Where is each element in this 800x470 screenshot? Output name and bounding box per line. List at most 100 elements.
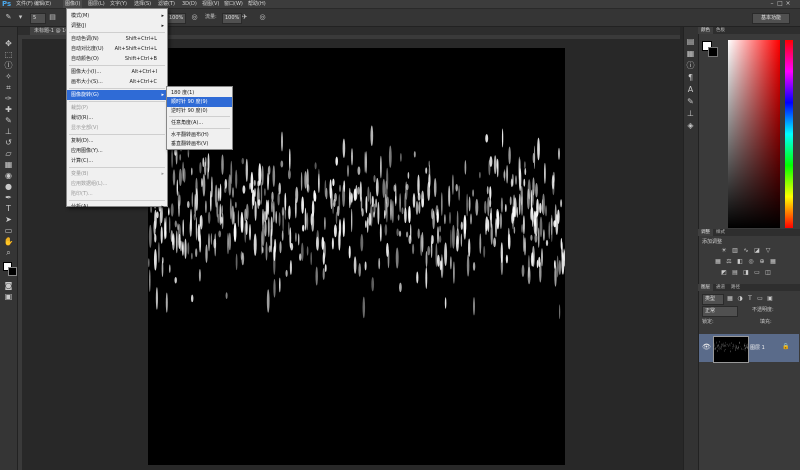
hue-saturation-icon[interactable]: ▦ xyxy=(714,258,722,265)
image-menu-item[interactable]: 调整(J) ▸ xyxy=(67,21,167,31)
screen-mode-icon[interactable]: ▣ xyxy=(2,291,15,302)
rotate-menu-item[interactable]: 任意角度(A)... xyxy=(167,118,232,128)
layer-name[interactable]: 图层 1 xyxy=(750,344,765,351)
character-panel-icon[interactable]: A xyxy=(684,84,697,95)
history-panel-icon[interactable]: ▤ xyxy=(684,36,697,47)
shape-tool-icon[interactable]: ▭ xyxy=(2,225,15,236)
eyedropper-tool-icon[interactable]: ✑ xyxy=(2,93,15,104)
type-tool-icon[interactable]: T xyxy=(2,203,15,214)
hue-slider[interactable] xyxy=(785,40,793,228)
filter-adjust-icon[interactable]: ◑ xyxy=(736,295,744,302)
background-color-swatch[interactable] xyxy=(8,267,17,276)
levels-icon[interactable]: ▥ xyxy=(731,247,739,254)
rotate-menu-item[interactable]: 逆时针 90 度(0) xyxy=(167,106,232,116)
image-menu-item[interactable]: 画布大小(S)... Alt+Ctrl+C xyxy=(67,77,167,87)
exposure-icon[interactable]: ◪ xyxy=(753,247,761,254)
airbrush-icon[interactable]: ✈ xyxy=(240,13,249,22)
color-balance-icon[interactable]: ⚖ xyxy=(725,258,733,265)
stamp-tool-icon[interactable]: ⊥ xyxy=(2,126,15,137)
image-menu-item[interactable]: 图像旋转(G) ▸ xyxy=(67,90,167,100)
dodge-tool-icon[interactable]: ● xyxy=(2,181,15,192)
menu-window[interactable]: 窗口(W) xyxy=(224,0,243,8)
filter-smart-icon[interactable]: ▣ xyxy=(766,295,774,302)
menu-select[interactable]: 选择(S) xyxy=(134,0,151,8)
tab-color[interactable]: 颜色 xyxy=(698,27,713,34)
filter-type-icon[interactable]: T xyxy=(746,295,754,302)
menu-layer[interactable]: 图层(L) xyxy=(88,0,105,8)
layer-blend-mode[interactable]: 正常 xyxy=(702,306,738,317)
image-menu-item[interactable]: 自动对比度(U) Alt+Shift+Ctrl+L xyxy=(67,44,167,54)
pressure-opacity-icon[interactable]: ◎ xyxy=(190,13,199,22)
workspace-switcher[interactable]: 基本功能 xyxy=(752,13,790,24)
filter-pixel-icon[interactable]: ▦ xyxy=(726,295,734,302)
hand-tool-icon[interactable]: ✋ xyxy=(2,236,15,247)
flow-field[interactable]: 100% xyxy=(222,13,242,24)
filter-shape-icon[interactable]: ▭ xyxy=(756,295,764,302)
posterize-icon[interactable]: ▤ xyxy=(731,269,739,276)
rotate-menu-item[interactable]: 垂直翻转画布(V) xyxy=(167,139,232,149)
history-brush-tool-icon[interactable]: ↺ xyxy=(2,137,15,148)
color-field[interactable] xyxy=(728,40,780,228)
zoom-tool-icon[interactable]: ⌕ xyxy=(2,247,15,258)
color-panel-background[interactable] xyxy=(708,47,718,57)
visibility-eye-icon[interactable]: 👁 xyxy=(702,343,711,351)
marquee-tool-icon[interactable]: ⬚ xyxy=(2,49,15,60)
tab-adjustments[interactable]: 调整 xyxy=(698,229,713,236)
image-menu-item[interactable]: 图像大小(I)... Alt+Ctrl+I xyxy=(67,67,167,77)
photo-filter-icon[interactable]: ◎ xyxy=(747,258,755,265)
vibrance-icon[interactable]: ▽ xyxy=(764,247,772,254)
menu-3d[interactable]: 3D(D) xyxy=(182,0,197,8)
brightness-icon[interactable]: ☀ xyxy=(720,247,728,254)
eraser-tool-icon[interactable]: ▱ xyxy=(2,148,15,159)
curves-icon[interactable]: ∿ xyxy=(742,247,750,254)
brush-panel-icon[interactable]: ▤ xyxy=(48,13,57,22)
minimize-icon[interactable]: – xyxy=(768,0,776,8)
lasso-tool-icon[interactable]: ⓛ xyxy=(2,60,15,71)
menu-image[interactable]: 图像(I) xyxy=(63,0,83,8)
pressure-size-icon[interactable]: ◎ xyxy=(258,13,267,22)
brush-presets-icon[interactable]: ✎ xyxy=(684,96,697,107)
image-menu-item[interactable]: 分析(A) ▸ xyxy=(67,202,167,212)
blur-tool-icon[interactable]: ◉ xyxy=(2,170,15,181)
tab-styles[interactable]: 样式 xyxy=(713,229,728,236)
menu-file[interactable]: 文件(F) xyxy=(16,0,33,8)
move-tool-icon[interactable]: ✥ xyxy=(2,38,15,49)
tab-swatches[interactable]: 色板 xyxy=(713,27,728,34)
chevron-down-icon[interactable]: ▾ xyxy=(16,13,25,22)
image-menu-item[interactable]: 复制(D)... xyxy=(67,136,167,146)
healing-brush-tool-icon[interactable]: ✚ xyxy=(2,104,15,115)
menu-type[interactable]: 文字(Y) xyxy=(110,0,127,8)
maximize-icon[interactable]: □ xyxy=(776,0,784,8)
tab-layers[interactable]: 图层 xyxy=(698,284,713,291)
brush-tool-icon[interactable]: ✎ xyxy=(4,13,13,22)
opacity-field[interactable]: 100% xyxy=(166,13,186,24)
threshold-icon[interactable]: ◨ xyxy=(742,269,750,276)
close-icon[interactable]: × xyxy=(784,0,792,8)
image-menu-item[interactable]: 计算(C)... xyxy=(67,156,167,166)
menu-view[interactable]: 视图(V) xyxy=(202,0,219,8)
black-white-icon[interactable]: ◧ xyxy=(736,258,744,265)
menu-edit[interactable]: 编辑(E) xyxy=(34,0,51,8)
tab-paths[interactable]: 路径 xyxy=(728,284,743,291)
3d-panel-icon[interactable]: ◈ xyxy=(684,120,697,131)
invert-icon[interactable]: ◩ xyxy=(720,269,728,276)
image-menu-item[interactable]: 自动颜色(O) Shift+Ctrl+B xyxy=(67,54,167,64)
image-menu-item[interactable]: 自动色调(N) Shift+Ctrl+L xyxy=(67,34,167,44)
layer-kind-filter[interactable]: 类型 xyxy=(702,294,724,305)
properties-panel-icon[interactable]: ▦ xyxy=(684,48,697,59)
clone-source-icon[interactable]: ⊥ xyxy=(684,108,697,119)
image-menu-item[interactable]: 模式(M) ▸ xyxy=(67,11,167,21)
pen-tool-icon[interactable]: ✒ xyxy=(2,192,15,203)
quick-select-tool-icon[interactable]: ✧ xyxy=(2,71,15,82)
paragraph-panel-icon[interactable]: ¶ xyxy=(684,72,697,83)
gradient-map-icon[interactable]: ▭ xyxy=(753,269,761,276)
color-lookup-icon[interactable]: ▦ xyxy=(769,258,777,265)
info-panel-icon[interactable]: ⓘ xyxy=(684,60,697,71)
selective-color-icon[interactable]: ◫ xyxy=(764,269,772,276)
crop-tool-icon[interactable]: ⌗ xyxy=(2,82,15,93)
tab-channels[interactable]: 通道 xyxy=(713,284,728,291)
menu-filter[interactable]: 滤镜(T) xyxy=(158,0,175,8)
brush-size-field[interactable]: 5 xyxy=(30,13,46,24)
path-select-tool-icon[interactable]: ➤ xyxy=(2,214,15,225)
quick-mask-icon[interactable]: ◙ xyxy=(2,280,15,291)
